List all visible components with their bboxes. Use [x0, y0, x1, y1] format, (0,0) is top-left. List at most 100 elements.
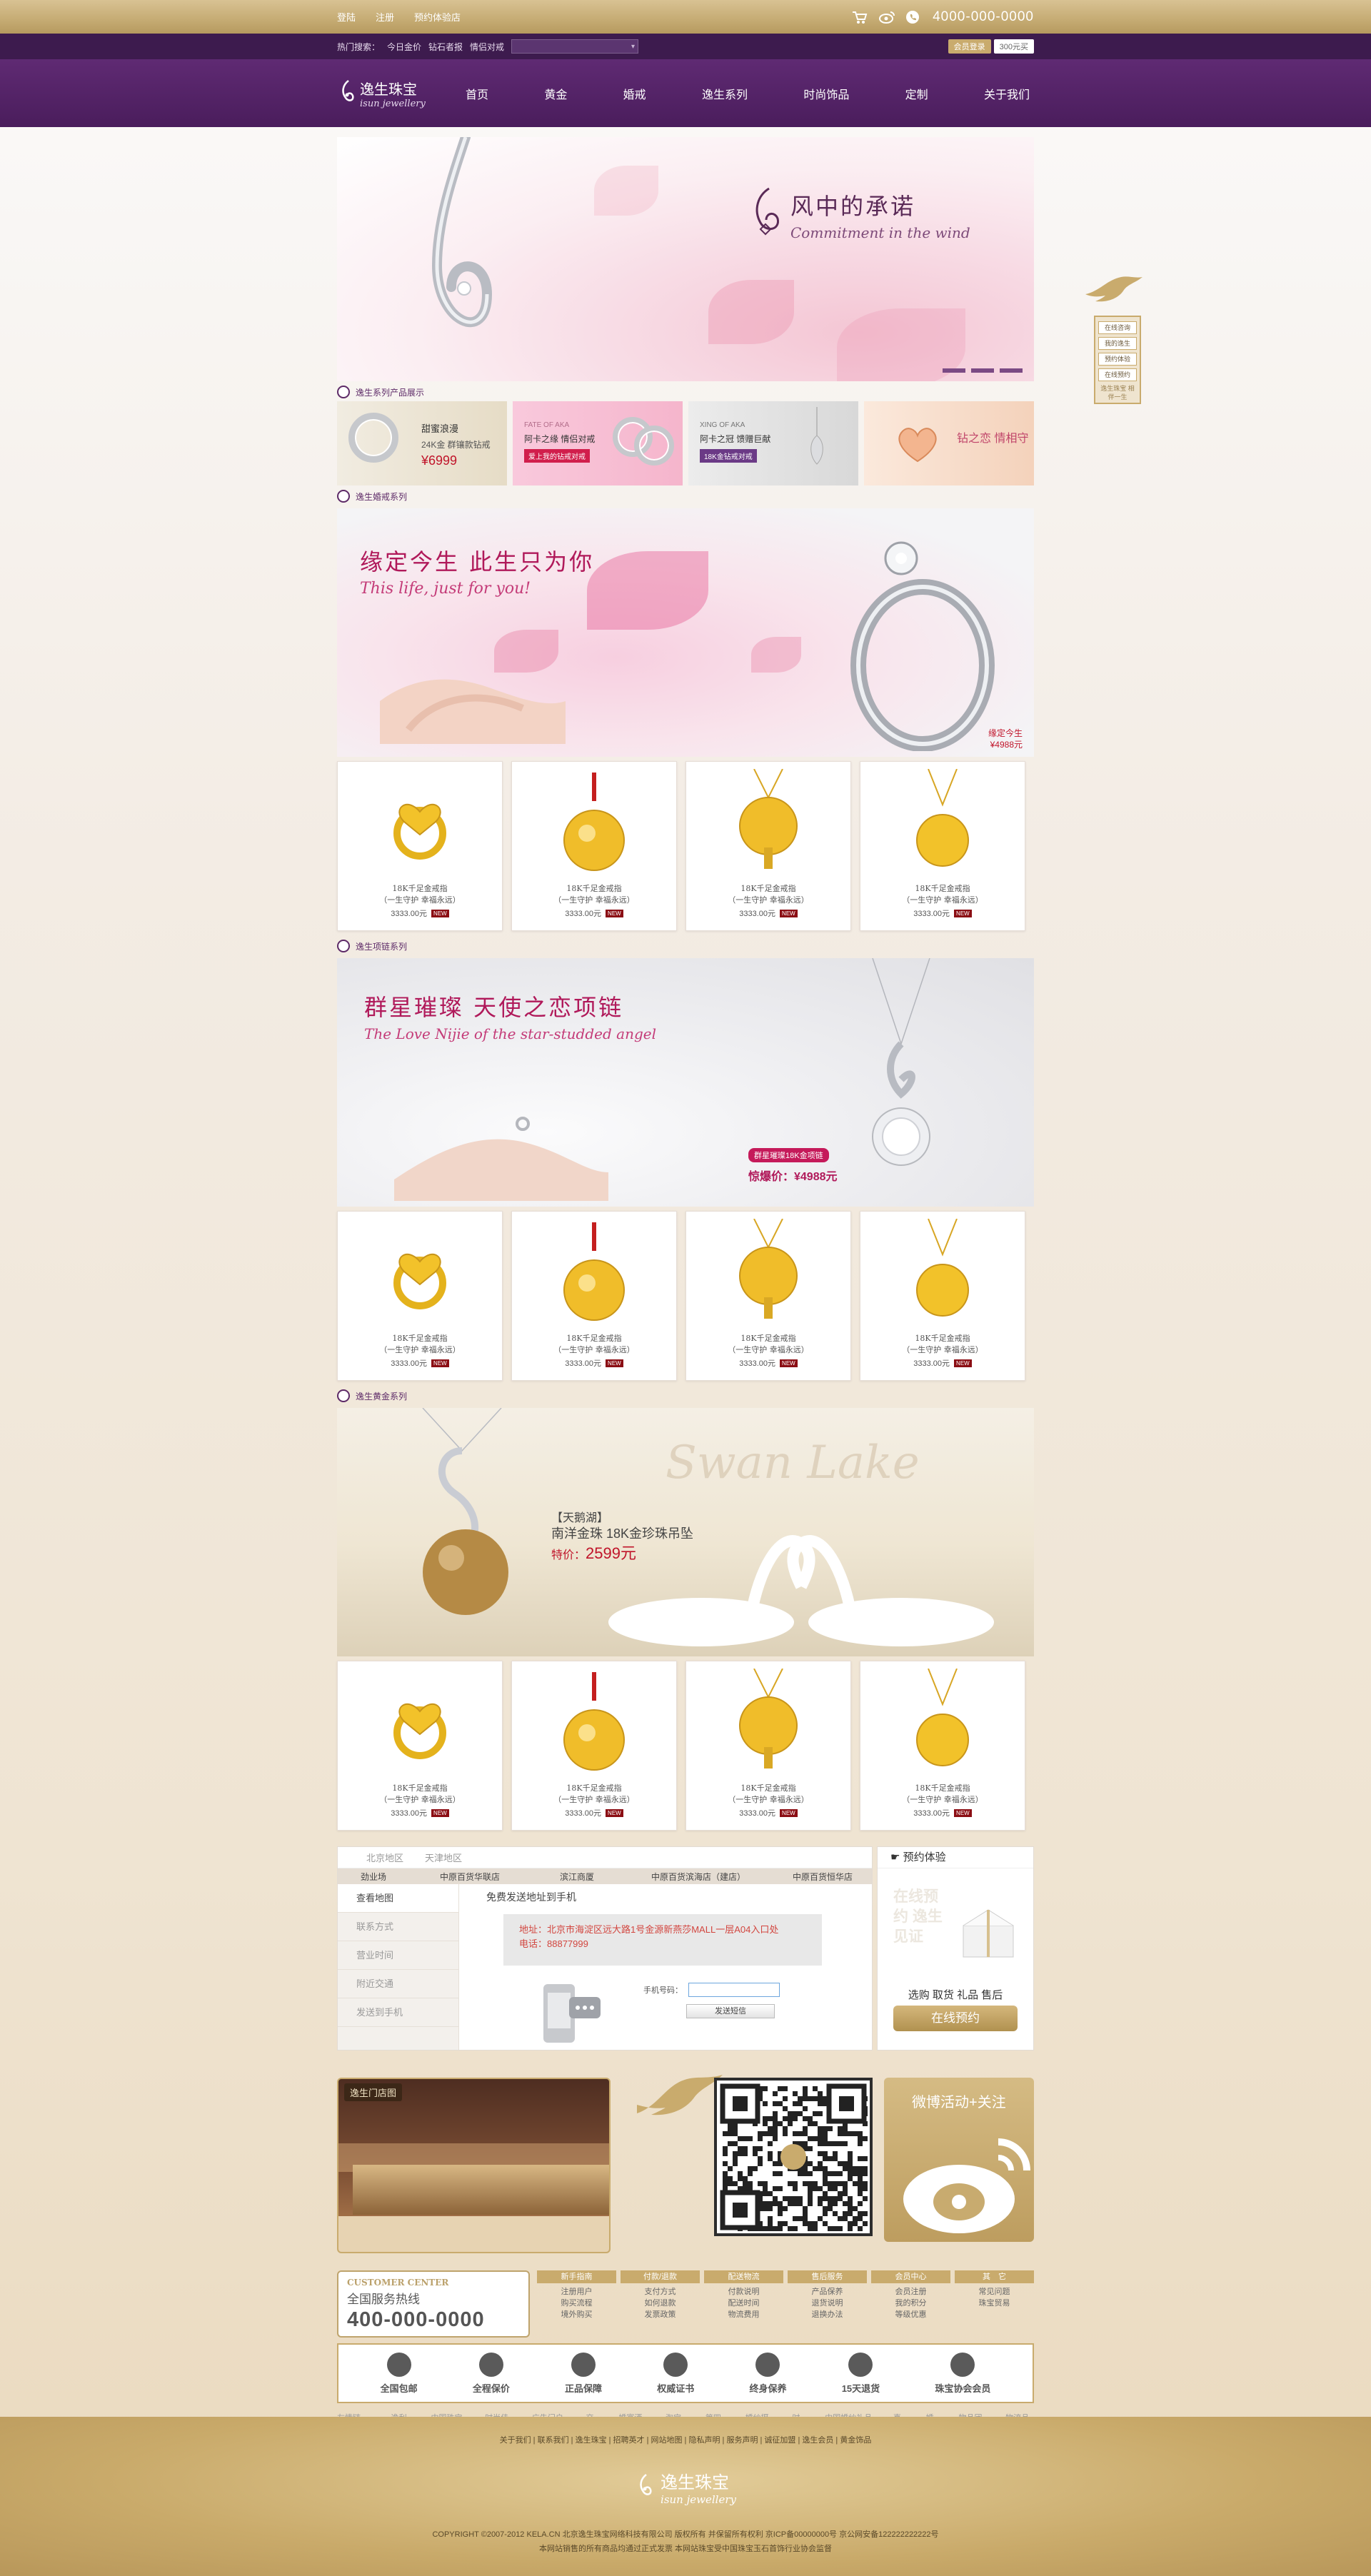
- online-consult-button[interactable]: 在线咨询: [1098, 321, 1137, 334]
- store-col[interactable]: 中原百货滨海店（建店）: [623, 1871, 773, 1883]
- service-link[interactable]: 产品保养: [788, 2286, 867, 2298]
- service-link[interactable]: 常见问题: [955, 2286, 1034, 2298]
- service-link[interactable]: 退换办法: [788, 2309, 867, 2320]
- product-price-row: 3333.00元 NEW: [686, 1807, 850, 1818]
- product-price-row: 3333.00元 NEW: [338, 1357, 502, 1369]
- product-price-row: 3333.00元 NEW: [686, 1357, 850, 1369]
- menu-map[interactable]: 查看地图: [338, 1884, 458, 1913]
- product-name: 18K千足金戒指: [392, 1783, 448, 1793]
- new-badge: NEW: [606, 1359, 623, 1367]
- store-col[interactable]: 中原百货华联店: [409, 1871, 531, 1883]
- promo-card[interactable]: 甜蜜浪漫 24K金 群镶款钻戒 ¥6999: [337, 401, 507, 485]
- store-link[interactable]: 预约体验店: [414, 10, 461, 24]
- necklace-banner[interactable]: 群星璀璨 天使之恋项链 The Love Nijie of the star-s…: [337, 958, 1034, 1207]
- service-link[interactable]: 珠宝贸易: [955, 2298, 1034, 2309]
- product-card[interactable]: 18K千足金戒指 （一生守护 幸福永远） 3333.00元 NEW: [511, 1211, 677, 1381]
- weibo-icon[interactable]: [878, 10, 895, 24]
- service-link[interactable]: 境外购买: [537, 2309, 616, 2320]
- menu-traffic[interactable]: 附近交通: [338, 1970, 458, 1998]
- logo[interactable]: 逸生珠宝 isun jewellery: [337, 78, 444, 109]
- member-login-button[interactable]: 会员登录: [948, 39, 991, 54]
- phone-input[interactable]: [688, 1983, 780, 1997]
- nav-isun-series[interactable]: 逸生系列: [702, 85, 748, 102]
- promo-card[interactable]: 钻之恋 情相守: [864, 401, 1034, 485]
- footer-nav[interactable]: 关于我们 | 联系我们 | 逸生珠宝 | 招聘英才 | 网站地图 | 隐私声明 …: [0, 2434, 1371, 2445]
- store-photo[interactable]: 逸生门店图: [337, 2078, 611, 2253]
- product-card[interactable]: 18K千足金戒指 （一生守护 幸福永远） 3333.00元 NEW: [511, 761, 677, 931]
- store-col[interactable]: 劲业场: [338, 1871, 409, 1883]
- hot-term[interactable]: 情侣对戒: [470, 41, 504, 53]
- online-reserve-button[interactable]: 在线预约: [1098, 368, 1137, 381]
- store-col[interactable]: 滨江商厦: [531, 1871, 623, 1883]
- nav-gold[interactable]: 黄金: [544, 85, 567, 102]
- hot-term[interactable]: 钻石者报: [428, 41, 463, 53]
- swan-banner[interactable]: Swan Lake 【天鹅湖】 南洋金珠 18K金珍珠吊坠 特价：2599元: [337, 1408, 1034, 1656]
- nav-wedding-rings[interactable]: 婚戒: [623, 85, 646, 102]
- cart-icon[interactable]: [851, 10, 868, 24]
- promo-card[interactable]: XING OF AKA 阿卡之冠 馈赠巨献 18K金钻戒对戒: [688, 401, 858, 485]
- product-card[interactable]: 18K千足金戒指 （一生守护 幸福永远） 3333.00元 NEW: [860, 1661, 1025, 1831]
- menu-hours[interactable]: 营业时间: [338, 1941, 458, 1970]
- product-card[interactable]: 18K千足金戒指 （一生守护 幸福永远） 3333.00元 NEW: [686, 761, 851, 931]
- product-card[interactable]: 18K千足金戒指 （一生守护 幸福永远） 3333.00元 NEW: [686, 1211, 851, 1381]
- ring-banner[interactable]: 缘定今生 此生只为你 This life, just for you! 缘定今生…: [337, 508, 1034, 757]
- send-sms-button[interactable]: 发送短信: [686, 2004, 775, 2018]
- product-card[interactable]: 18K千足金戒指 （一生守护 幸福永远） 3333.00元 NEW: [860, 761, 1025, 931]
- qr-pattern: [720, 2083, 868, 2231]
- product-name: 18K千足金戒指: [392, 884, 448, 893]
- promo-card[interactable]: FATE OF AKA 阿卡之缘 情侣对戒 爱上我的钻戒对戒: [513, 401, 683, 485]
- online-reserve-button[interactable]: 在线预约: [893, 2006, 1018, 2031]
- search-input[interactable]: ▾: [511, 39, 639, 54]
- product-price: 3333.00元: [391, 910, 428, 918]
- qr-code[interactable]: [713, 2078, 873, 2236]
- hot-term[interactable]: 今日金价: [387, 41, 421, 53]
- store-col[interactable]: 中原百货恒华店: [773, 1871, 872, 1883]
- product-image: [512, 1212, 676, 1333]
- reserve-experience-button[interactable]: 预约体验: [1098, 353, 1137, 366]
- service-link[interactable]: 如何退款: [621, 2298, 700, 2309]
- service-link[interactable]: 发票政策: [621, 2309, 700, 2320]
- product-card[interactable]: 18K千足金戒指 （一生守护 幸福永远） 3333.00元 NEW: [860, 1211, 1025, 1381]
- tab-tianjin[interactable]: 天津地区: [425, 1851, 462, 1864]
- carousel-dot[interactable]: [971, 368, 994, 373]
- service-link[interactable]: 我的积分: [871, 2298, 950, 2309]
- register-link[interactable]: 注册: [376, 10, 394, 24]
- nav-about[interactable]: 关于我们: [984, 85, 1030, 102]
- product-price-row: 3333.00元 NEW: [512, 1807, 676, 1818]
- login-link[interactable]: 登陆: [337, 10, 356, 24]
- product-image: [338, 1661, 502, 1783]
- service-link[interactable]: 付款说明: [704, 2286, 783, 2298]
- section-title: 逸生婚戒系列: [356, 491, 408, 502]
- carousel-dots[interactable]: [943, 368, 1023, 373]
- product-card[interactable]: 18K千足金戒指 （一生守护 幸福永远） 3333.00元 NEW: [686, 1661, 851, 1831]
- product-slogan: （一生守护 幸福永远）: [379, 1345, 461, 1354]
- carousel-dot[interactable]: [943, 368, 965, 373]
- service-link[interactable]: 等级优惠: [871, 2309, 950, 2320]
- menu-send-phone[interactable]: 发送到手机: [338, 1998, 458, 2027]
- service-link[interactable]: 注册用户: [537, 2286, 616, 2298]
- service-link[interactable]: 物流费用: [704, 2309, 783, 2320]
- nav-custom[interactable]: 定制: [905, 85, 928, 102]
- weibo-follow-card[interactable]: 微博活动+关注: [883, 2078, 1034, 2242]
- carousel-dot[interactable]: [1000, 368, 1023, 373]
- service-link[interactable]: 支付方式: [621, 2286, 700, 2298]
- service-link[interactable]: 退货说明: [788, 2298, 867, 2309]
- banner-price: 惊爆价：¥4988元: [748, 1171, 838, 1183]
- hero-banner[interactable]: 风中的承诺 Commitment in the wind: [337, 137, 1034, 381]
- nav-home[interactable]: 首页: [466, 85, 488, 102]
- menu-contact[interactable]: 联系方式: [338, 1913, 458, 1941]
- service-link[interactable]: 配送时间: [704, 2298, 783, 2309]
- search-icon[interactable]: ▾: [631, 43, 635, 51]
- nav-fashion[interactable]: 时尚饰品: [803, 85, 849, 102]
- my-isun-button[interactable]: 我的逸生: [1098, 337, 1137, 350]
- product-card[interactable]: 18K千足金戒指 （一生守护 幸福永远） 3333.00元 NEW: [337, 761, 503, 931]
- tab-beijing[interactable]: 北京地区: [366, 1851, 403, 1864]
- service-link[interactable]: 会员注册: [871, 2286, 950, 2298]
- product-card[interactable]: 18K千足金戒指 （一生守护 幸福永远） 3333.00元 NEW: [511, 1661, 677, 1831]
- product-card[interactable]: 18K千足金戒指 （一生守护 幸福永远） 3333.00元 NEW: [337, 1211, 503, 1381]
- service-link[interactable]: 购买流程: [537, 2298, 616, 2309]
- logo-icon: [342, 79, 354, 101]
- top-bar: 登陆 注册 预约体验店 4000-000-0000: [0, 0, 1371, 34]
- product-card[interactable]: 18K千足金戒指 （一生守护 幸福永远） 3333.00元 NEW: [337, 1661, 503, 1831]
- promo-button[interactable]: 300元买: [993, 39, 1034, 54]
